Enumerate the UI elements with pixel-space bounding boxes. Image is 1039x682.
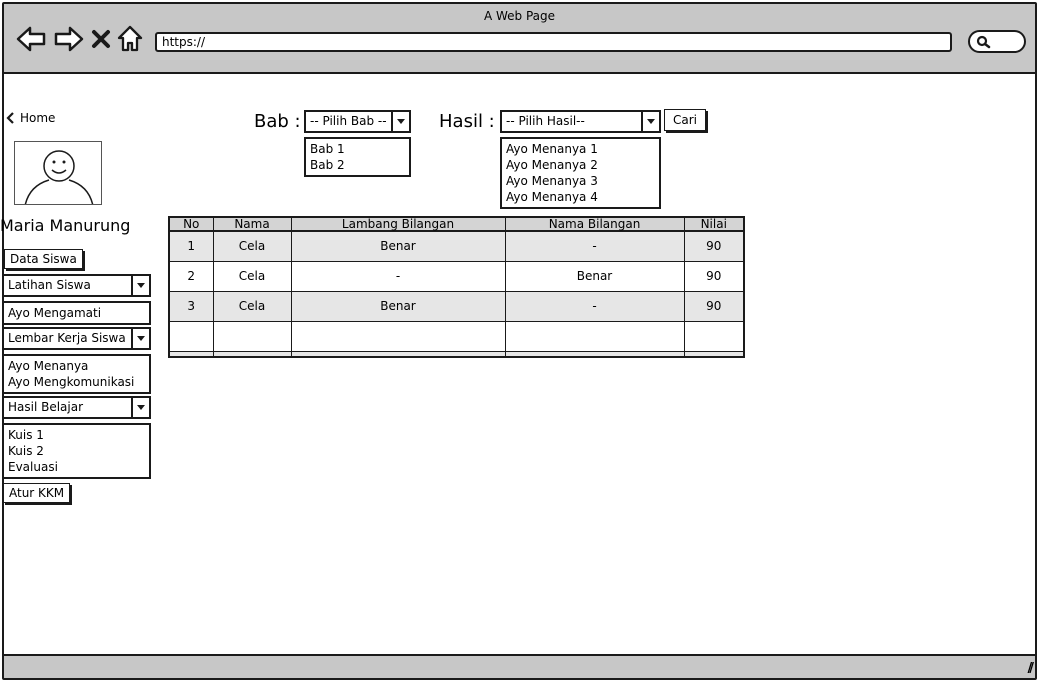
cell-nama-bilangan: - <box>504 290 685 322</box>
option-ayo-menanya-3[interactable]: Ayo Menanya 3 <box>506 173 655 189</box>
hasil-options: Ayo Menanya 1 Ayo Menanya 2 Ayo Menanya … <box>500 137 661 209</box>
empty-cell <box>504 320 685 352</box>
hasil-select[interactable]: -- Pilih Hasil-- <box>500 110 661 133</box>
cell-no: 2 <box>168 260 214 292</box>
option-bab-2[interactable]: Bab 2 <box>310 157 405 173</box>
lembar-kerja-dropdown[interactable]: Lembar Kerja Siswa <box>2 327 151 350</box>
menu-item-evaluasi[interactable]: Evaluasi <box>8 459 145 475</box>
empty-cell <box>212 320 292 352</box>
empty-cell <box>290 350 506 358</box>
cell-nama-bilangan: - <box>504 230 685 262</box>
cell-nama: Cela <box>212 290 292 322</box>
bab-select[interactable]: -- Pilih Bab -- <box>304 110 411 133</box>
home-link[interactable]: Home <box>6 111 55 125</box>
option-ayo-menanya-2[interactable]: Ayo Menanya 2 <box>506 157 655 173</box>
menu-item-kuis-1[interactable]: Kuis 1 <box>8 427 145 443</box>
dropdown-arrow-icon[interactable] <box>641 112 659 131</box>
browser-toolbar: A Web Page https:// <box>4 4 1035 74</box>
column-header-lambang-bilangan: Lambang Bilangan <box>290 216 506 232</box>
option-ayo-menanya-4[interactable]: Ayo Menanya 4 <box>506 189 655 205</box>
dropdown-arrow-icon[interactable] <box>391 112 409 131</box>
cell-nilai: 90 <box>683 290 745 322</box>
cell-nilai: 90 <box>683 260 745 292</box>
cell-no: 1 <box>168 230 214 262</box>
cell-lambang-bilangan: Benar <box>290 290 506 322</box>
dropdown-arrow-icon[interactable] <box>131 329 149 348</box>
data-siswa-button[interactable]: Data Siswa <box>4 249 83 269</box>
lembar-kerja-menu: Ayo Menanya Ayo Mengkomunikasi <box>2 354 151 394</box>
empty-cell <box>168 320 214 352</box>
cell-nama: Cela <box>212 260 292 292</box>
column-header-nama-bilangan: Nama Bilangan <box>504 216 685 232</box>
resize-grip-icon[interactable]: // <box>1028 661 1034 676</box>
menu-item-kuis-2[interactable]: Kuis 2 <box>8 443 145 459</box>
hasil-label: Hasil : <box>439 111 495 132</box>
latihan-siswa-dropdown[interactable]: Latihan Siswa <box>2 274 151 297</box>
bab-label: Bab : <box>254 111 301 132</box>
empty-cell <box>290 320 506 352</box>
cell-nilai: 90 <box>683 230 745 262</box>
cell-nama-bilangan: Benar <box>504 260 685 292</box>
menu-item-ayo-menanya[interactable]: Ayo Menanya <box>8 358 145 374</box>
cell-lambang-bilangan: - <box>290 260 506 292</box>
bab-select-value: -- Pilih Bab -- <box>310 114 387 128</box>
latihan-siswa-menu: Ayo Mengamati <box>2 301 151 325</box>
table-row-empty <box>168 350 745 358</box>
column-header-nilai: Nilai <box>683 216 745 232</box>
atur-kkm-button[interactable]: Atur KKM <box>3 483 71 503</box>
column-header-no: No <box>168 216 214 232</box>
latihan-siswa-label: Latihan Siswa <box>8 278 91 292</box>
hasil-belajar-label: Hasil Belajar <box>8 400 84 414</box>
table-row[interactable]: 1 Cela Benar - 90 <box>168 230 745 262</box>
empty-cell <box>212 350 292 358</box>
cell-no: 3 <box>168 290 214 322</box>
option-bab-1[interactable]: Bab 1 <box>310 141 405 157</box>
dropdown-arrow-icon[interactable] <box>131 398 149 417</box>
results-table: No Nama Lambang Bilangan Nama Bilangan N… <box>168 216 745 358</box>
table-header-row: No Nama Lambang Bilangan Nama Bilangan N… <box>168 216 745 232</box>
bab-options: Bab 1 Bab 2 <box>304 137 411 177</box>
hasil-belajar-dropdown[interactable]: Hasil Belajar <box>2 396 151 419</box>
dropdown-arrow-icon[interactable] <box>131 276 149 295</box>
menu-item-ayo-mengamati[interactable]: Ayo Mengamati <box>8 305 145 321</box>
option-ayo-menanya-1[interactable]: Ayo Menanya 1 <box>506 141 655 157</box>
empty-cell <box>504 350 685 358</box>
table-row[interactable]: 3 Cela Benar - 90 <box>168 290 745 322</box>
hasil-belajar-menu: Kuis 1 Kuis 2 Evaluasi <box>2 423 151 479</box>
user-name: Maria Manurung <box>0 216 131 235</box>
browser-search-button[interactable] <box>968 30 1026 53</box>
empty-cell <box>168 350 214 358</box>
url-input[interactable]: https:// <box>155 32 952 52</box>
cari-button[interactable]: Cari <box>664 109 706 131</box>
home-icon[interactable] <box>116 24 144 54</box>
status-bar: // <box>4 654 1035 678</box>
lembar-kerja-label: Lembar Kerja Siswa <box>8 331 126 345</box>
window-title: A Web Page <box>483 9 556 23</box>
table-row[interactable]: 2 Cela - Benar 90 <box>168 260 745 292</box>
back-arrow-icon[interactable] <box>16 24 48 54</box>
user-icon <box>24 150 94 204</box>
cell-nama: Cela <box>212 230 292 262</box>
home-label: Home <box>20 111 56 125</box>
hasil-select-value: -- Pilih Hasil-- <box>506 114 585 128</box>
empty-cell <box>683 320 745 352</box>
empty-cell <box>683 350 745 358</box>
chevron-left-icon <box>6 112 14 124</box>
avatar <box>14 141 102 205</box>
column-header-nama: Nama <box>212 216 292 232</box>
cell-lambang-bilangan: Benar <box>290 230 506 262</box>
menu-item-ayo-mengkomunikasi[interactable]: Ayo Mengkomunikasi <box>8 374 145 390</box>
table-row-empty <box>168 320 745 352</box>
forward-arrow-icon[interactable] <box>52 24 84 54</box>
close-icon[interactable] <box>90 24 112 54</box>
search-icon <box>976 35 991 49</box>
